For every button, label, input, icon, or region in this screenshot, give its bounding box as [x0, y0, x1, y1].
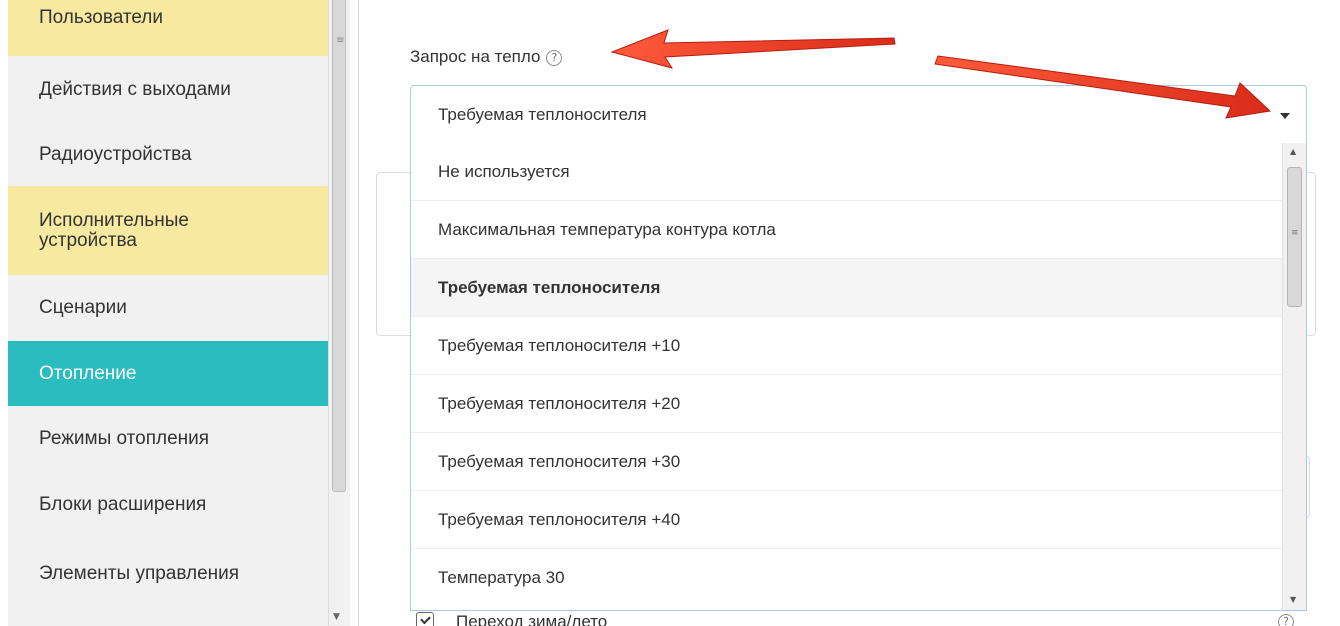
option-label: Температура 30 — [438, 568, 565, 587]
sidebar-item-label: Радиоустройства — [39, 144, 192, 165]
sidebar-item-label: Отопление — [39, 362, 137, 384]
sidebar-item-expansion-blocks[interactable]: Блоки расширения — [8, 472, 328, 538]
option-label: Требуемая теплоносителя +10 — [438, 335, 681, 355]
heat-request-label-text: Запрос на тепло — [410, 47, 541, 66]
option-required-coolant[interactable]: Требуемая теплоносителя — [411, 259, 1283, 317]
help-icon[interactable]: ? — [1278, 614, 1294, 626]
sidebar-item-actuators[interactable]: Исполнительные устройства — [8, 186, 328, 275]
heat-request-label: Запрос на тепло? — [410, 47, 563, 67]
sidebar-item-label: Исполнительные устройства — [39, 209, 189, 251]
option-required-coolant-plus-20[interactable]: Требуемая теплоносителя +20 — [411, 375, 1283, 433]
scroll-down-icon[interactable]: ▼ — [333, 612, 340, 622]
sidebar-item-radio-devices[interactable]: Радиоустройства — [8, 124, 328, 186]
option-required-coolant-plus-10[interactable]: Требуемая теплоносителя +10 — [411, 317, 1283, 375]
caret-down-icon[interactable] — [1280, 113, 1290, 119]
option-required-coolant-plus-40[interactable]: Требуемая теплоносителя +40 — [411, 491, 1283, 549]
select-value: Требуемая теплоносителя — [438, 105, 647, 124]
option-label: Требуемая теплоносителя — [438, 277, 661, 297]
sidebar-item-label: Действия с выходами — [39, 79, 231, 100]
grip-icon: ≡ — [336, 35, 345, 46]
heat-request-dropdown: Не используется Максимальная температура… — [410, 143, 1307, 611]
sidebar-item-label: Пользователи — [39, 7, 164, 28]
option-required-coolant-plus-30[interactable]: Требуемая теплоносителя +30 — [411, 433, 1283, 491]
sidebar-item-label: Блоки расширения — [39, 494, 207, 515]
option-not-used[interactable]: Не используется — [411, 143, 1283, 201]
sidebar-scrollbar[interactable]: ≡ ▼ — [328, 0, 350, 626]
help-icon[interactable]: ? — [546, 50, 563, 66]
dropdown-scrollbar[interactable]: ▲ ≡ ▼ — [1282, 143, 1306, 610]
divider — [358, 0, 359, 626]
option-label: Не используется — [438, 161, 570, 181]
sidebar-item-heating[interactable]: Отопление — [8, 341, 328, 406]
scroll-up-icon[interactable]: ▲ — [1290, 147, 1296, 156]
sidebar-item-label: Элементы управления — [39, 563, 240, 584]
sidebar-item-scenarios[interactable]: Сценарии — [8, 275, 328, 341]
arrow-left-icon — [610, 29, 896, 69]
sidebar-item-label: Сценарии — [39, 297, 127, 318]
sidebar-item-label: Режимы отопления — [39, 428, 210, 449]
sidebar: Пользователи Действия с выходами Радиоус… — [8, 0, 328, 626]
grip-icon: ≡ — [1291, 228, 1299, 238]
sidebar-item-users[interactable]: Пользователи — [8, 0, 328, 56]
option-label: Максимальная температура контура котла — [438, 219, 776, 239]
dropdown-scrollbar-thumb[interactable]: ≡ — [1287, 167, 1302, 307]
season-switch-row: Переход зима/лето — [416, 609, 816, 626]
option-label: Требуемая теплоносителя +20 — [438, 393, 681, 413]
option-label: Требуемая теплоносителя +40 — [438, 509, 681, 529]
scroll-down-icon[interactable]: ▼ — [1290, 595, 1296, 604]
season-switch-label: Переход зима/лето — [456, 612, 608, 626]
sidebar-item-output-actions[interactable]: Действия с выходами — [8, 56, 328, 124]
option-label: Требуемая теплоносителя +30 — [438, 451, 681, 471]
season-help: ? — [1278, 609, 1294, 626]
sidebar-scrollbar-thumb[interactable]: ≡ — [332, 0, 346, 492]
option-temperature-30[interactable]: Температура 30 — [411, 549, 1283, 607]
sidebar-item-heating-modes[interactable]: Режимы отопления — [8, 406, 328, 472]
checkbox-icon[interactable] — [416, 612, 434, 626]
heat-request-select[interactable]: Требуемая теплоносителя — [410, 85, 1307, 144]
sidebar-item-controls[interactable]: Элементы управления — [8, 538, 328, 610]
option-max-boiler-temp[interactable]: Максимальная температура контура котла — [411, 201, 1283, 259]
